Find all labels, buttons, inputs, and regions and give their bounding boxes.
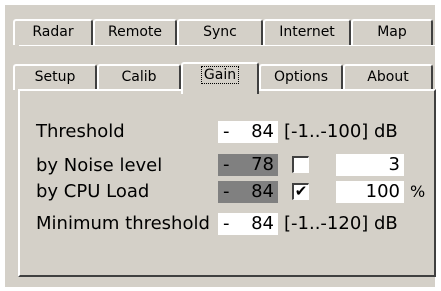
tab-calib[interactable]: Calib <box>97 64 181 90</box>
cpu-factor: 100 <box>365 181 400 202</box>
min-value: 84 <box>251 213 274 234</box>
tab-map[interactable]: Map <box>351 19 433 45</box>
noise-threshold-field: -78 <box>218 154 278 176</box>
threshold-value: 84 <box>251 121 274 142</box>
minus-sign: - <box>223 213 230 234</box>
cpu-value: 84 <box>251 181 274 202</box>
cpu-unit: % <box>410 182 426 201</box>
cpu-checkbox[interactable]: ✔ <box>292 183 309 200</box>
tab-row-divider <box>19 45 439 46</box>
min-threshold-range: [-1..-120] dB <box>284 213 398 234</box>
check-mark: ✔ <box>294 182 308 200</box>
min-threshold-label: Minimum threshold <box>36 213 210 234</box>
noise-factor-input[interactable]: 3 <box>336 154 404 176</box>
dialog-panel: Radar Remote Sync Internet Map Setup Cal… <box>5 5 439 287</box>
noise-label: by Noise level <box>36 155 163 176</box>
min-threshold-input[interactable]: -84 <box>218 213 278 235</box>
tab-radar[interactable]: Radar <box>13 19 93 45</box>
tab-label: Calib <box>121 69 157 85</box>
cpu-threshold-field: -84 <box>218 181 278 203</box>
tab-label: About <box>367 69 409 85</box>
tab-label: Remote <box>107 24 163 40</box>
threshold-range: [-1..-100] dB <box>284 121 398 142</box>
tab-label: Radar <box>32 24 74 40</box>
tab-remote[interactable]: Remote <box>93 19 177 45</box>
tab-label: Map <box>377 24 407 40</box>
tab-label: Gain <box>200 66 240 84</box>
tab-label: Setup <box>34 69 76 85</box>
minus-sign: - <box>223 154 230 175</box>
tab-internet[interactable]: Internet <box>263 19 351 45</box>
noise-factor: 3 <box>388 154 400 175</box>
tab-gain[interactable]: Gain <box>181 62 259 94</box>
gain-page: Threshold -84 [-1..-100] dB by Noise lev… <box>18 89 436 277</box>
tab-options[interactable]: Options <box>259 64 343 90</box>
tab-label: Internet <box>279 24 335 40</box>
cpu-label: by CPU Load <box>36 181 150 202</box>
tab-label: Sync <box>203 24 237 40</box>
minus-sign: - <box>223 121 230 142</box>
noise-value: 78 <box>251 154 274 175</box>
tab-about[interactable]: About <box>343 64 433 90</box>
tab-setup[interactable]: Setup <box>13 64 97 90</box>
threshold-input[interactable]: -84 <box>218 121 278 143</box>
minus-sign: - <box>223 181 230 202</box>
threshold-label: Threshold <box>36 121 125 142</box>
cpu-factor-input[interactable]: 100 <box>336 181 404 203</box>
noise-checkbox[interactable] <box>292 156 309 173</box>
tab-sync[interactable]: Sync <box>177 19 263 45</box>
tab-label: Options <box>273 69 329 85</box>
